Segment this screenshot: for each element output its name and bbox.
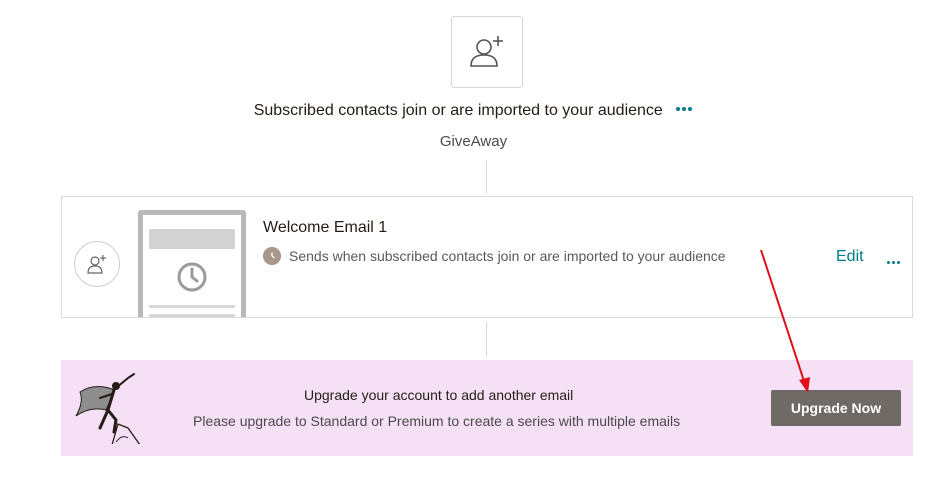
- superhero-illustration: [75, 373, 141, 444]
- clock-icon: [177, 262, 207, 292]
- upgrade-banner: Upgrade your account to add another emai…: [61, 360, 913, 456]
- dot-icon: [682, 106, 687, 111]
- trigger-title: Subscribed contacts join or are imported…: [253, 102, 663, 119]
- edit-link[interactable]: Edit: [836, 248, 864, 266]
- thumbnail-line: [149, 314, 235, 317]
- email-thumbnail[interactable]: [138, 210, 246, 317]
- email-status-text: Sends when subscribed contacts join or a…: [289, 248, 726, 264]
- trigger-title-row: Subscribed contacts join or are imported…: [0, 102, 947, 120]
- add-user-icon: [470, 36, 503, 67]
- email-status: Sends when subscribed contacts join or a…: [263, 247, 726, 265]
- card-avatar: [74, 241, 120, 287]
- connector-line: [486, 160, 487, 194]
- email-card: Welcome Email 1 Sends when subscribed co…: [61, 196, 913, 318]
- upgrade-now-button[interactable]: Upgrade Now: [771, 390, 901, 426]
- dot-icon: [688, 106, 693, 111]
- dot-icon: [892, 261, 895, 265]
- add-user-icon: [87, 255, 106, 274]
- audience-name: GiveAway: [439, 133, 508, 150]
- upgrade-banner-text: Please upgrade to Standard or Premium to…: [193, 413, 681, 429]
- email-more-button[interactable]: [886, 254, 901, 272]
- dot-icon: [887, 261, 890, 265]
- clock-icon: [263, 247, 281, 265]
- dot-icon: [676, 106, 681, 111]
- connector-line: [486, 322, 487, 357]
- trigger-icon-box: [451, 16, 523, 88]
- trigger-more-button[interactable]: [675, 100, 693, 118]
- dot-icon: [897, 261, 900, 265]
- thumbnail-header-bar: [149, 229, 235, 249]
- email-name: Welcome Email 1: [263, 219, 388, 236]
- thumbnail-line: [149, 305, 235, 308]
- upgrade-banner-title: Upgrade your account to add another emai…: [304, 387, 574, 403]
